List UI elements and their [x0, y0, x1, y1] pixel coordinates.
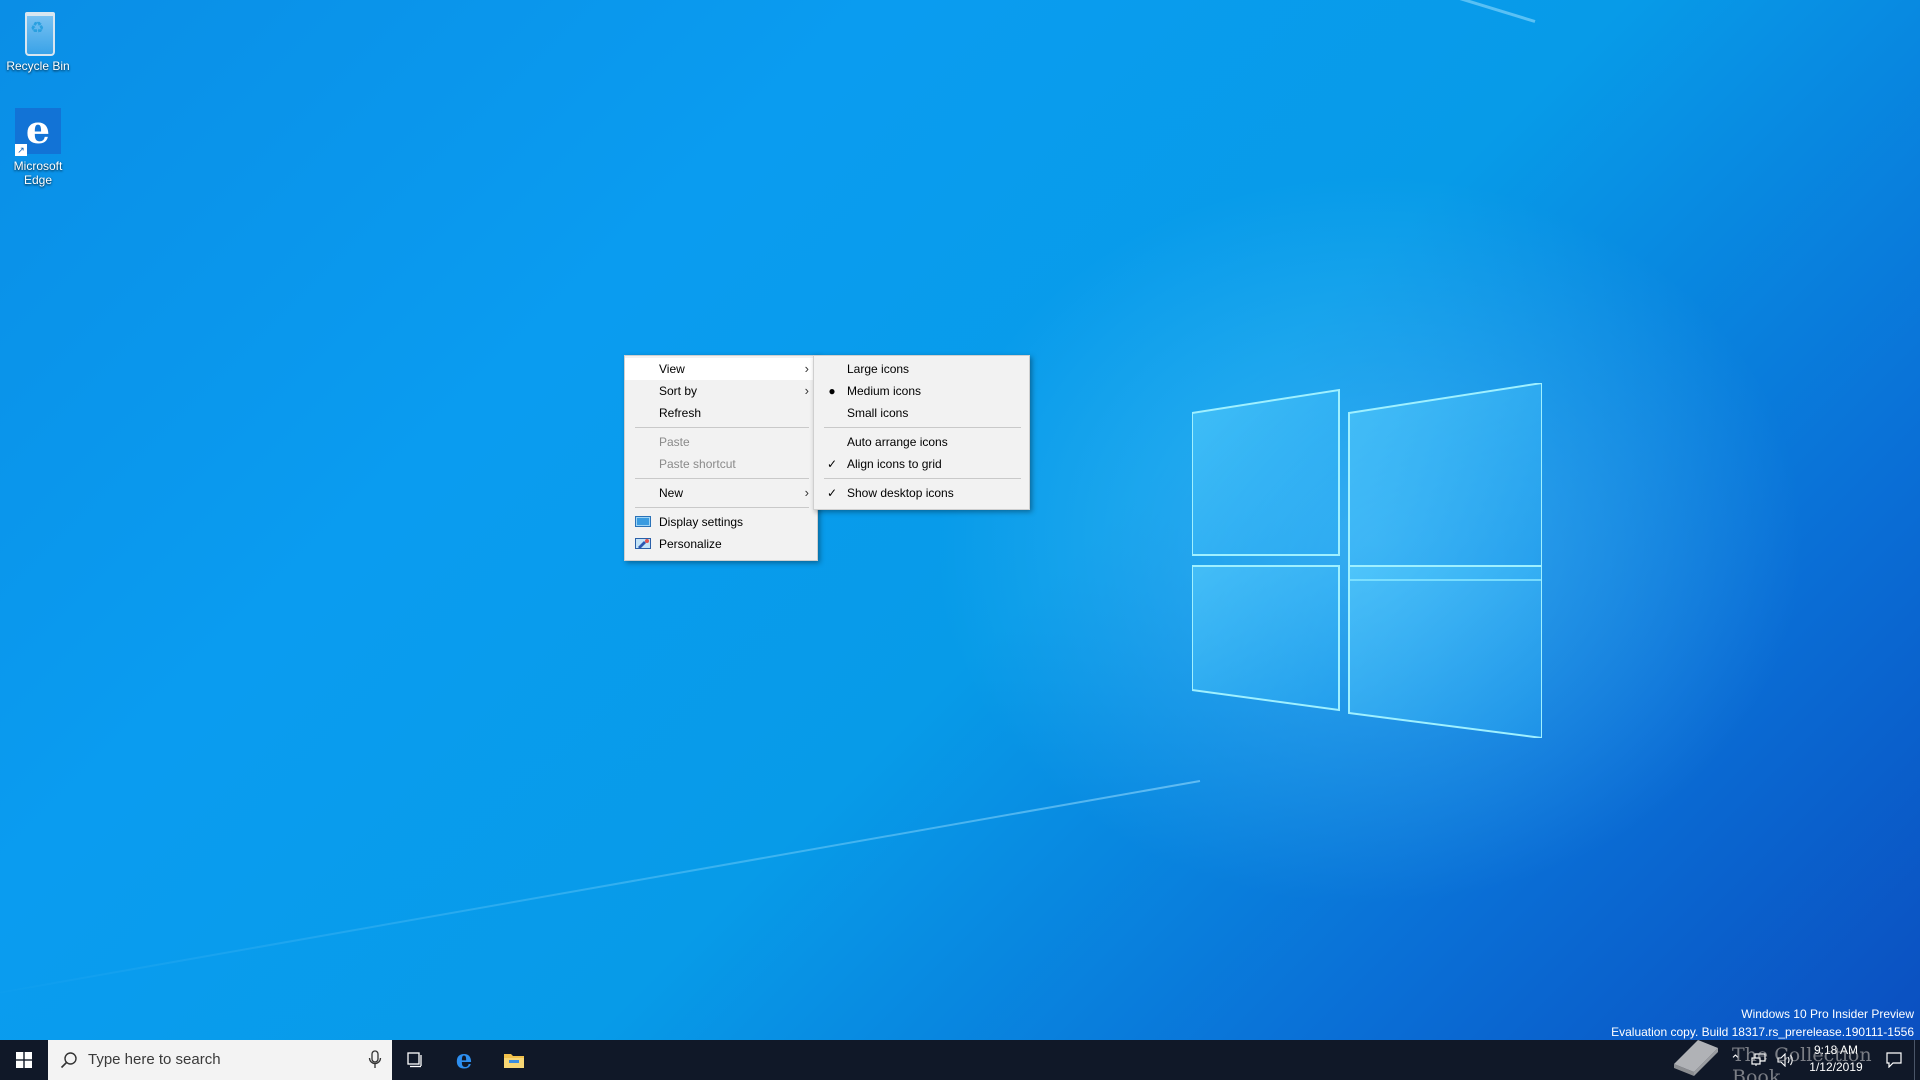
menu-item-auto-arrange-icons[interactable]: Auto arrange icons: [814, 431, 1029, 453]
menu-item-label: Show desktop icons: [847, 486, 954, 500]
menu-item-align-icons-to-grid[interactable]: ✓ Align icons to grid: [814, 453, 1029, 475]
taskbar-file-explorer-button[interactable]: [490, 1040, 538, 1080]
start-button[interactable]: [0, 1040, 48, 1080]
menu-item-label: Refresh: [659, 406, 702, 420]
menu-item-paste-shortcut[interactable]: Paste shortcut: [625, 453, 817, 475]
chevron-right-icon: ›: [804, 383, 809, 398]
menu-item-sort-by[interactable]: Sort by ›: [625, 380, 817, 402]
microphone-icon[interactable]: [368, 1050, 382, 1070]
menu-separator: [635, 507, 809, 508]
chevron-right-icon: ›: [804, 361, 809, 376]
desktop-context-menu: View › Sort by › Refresh Paste Paste sho…: [624, 355, 818, 561]
file-explorer-icon: [504, 1054, 524, 1068]
menu-item-label: Large icons: [847, 362, 910, 376]
menu-separator: [824, 427, 1021, 428]
watermark-line: Windows 10 Pro Insider Preview: [1741, 1007, 1914, 1021]
menu-item-new[interactable]: New ›: [625, 482, 817, 504]
evaluation-watermark: Windows 10 Pro Insider Preview Evaluatio…: [1611, 1005, 1914, 1040]
taskbar-edge-button[interactable]: e: [440, 1040, 488, 1080]
menu-separator: [824, 478, 1021, 479]
menu-item-label: Display settings: [659, 515, 744, 529]
checkmark-icon: ✓: [826, 457, 838, 471]
search-placeholder: Type here to search: [88, 1051, 221, 1068]
menu-item-label: Align icons to grid: [847, 457, 942, 471]
menu-item-view[interactable]: View ›: [625, 358, 817, 380]
menu-item-label: New: [659, 486, 684, 500]
menu-item-show-desktop-icons[interactable]: ✓ Show desktop icons: [814, 482, 1029, 504]
overlay-logo-text: The Collection Book: [1732, 1044, 1872, 1080]
task-view-icon: [407, 1052, 422, 1068]
view-submenu: Large icons ● Medium icons Small icons A…: [813, 355, 1030, 510]
checkmark-icon: ✓: [826, 486, 838, 500]
task-view-button[interactable]: [392, 1040, 440, 1080]
bullet-icon: ●: [828, 384, 836, 398]
menu-item-label: Paste shortcut: [659, 457, 736, 471]
menu-item-medium-icons[interactable]: ● Medium icons: [814, 380, 1029, 402]
menu-item-personalize[interactable]: Personalize: [625, 533, 817, 555]
menu-item-refresh[interactable]: Refresh: [625, 402, 817, 424]
menu-item-label: Medium icons: [847, 384, 922, 398]
recycle-bin-icon: ♻: [13, 6, 63, 56]
menu-item-small-icons[interactable]: Small icons: [814, 402, 1029, 424]
desktop-icon-microsoft-edge[interactable]: e ↗ Microsoft Edge: [0, 106, 76, 188]
search-icon: [60, 1052, 77, 1069]
edge-icon: e ↗: [13, 106, 63, 156]
taskbar-search-box[interactable]: Type here to search: [48, 1040, 392, 1080]
desktop-icon-recycle-bin[interactable]: ♻ Recycle Bin: [0, 6, 76, 73]
light-ray: [0, 780, 1201, 1000]
menu-separator: [635, 478, 809, 479]
desktop[interactable]: ♻ Recycle Bin e ↗ Microsoft Edge View › S…: [0, 0, 1920, 1040]
watermark-line: Evaluation copy. Build 18317.rs_prerelea…: [1611, 1025, 1914, 1039]
edge-icon: e: [455, 1045, 473, 1075]
chevron-right-icon: ›: [804, 485, 809, 500]
taskbar: Type here to search e ⌃ 9:18 AM 1/12/201…: [0, 1040, 1920, 1080]
windows-logo-wallpaper: [1192, 383, 1542, 738]
book-logo-icon: [1674, 1040, 1718, 1076]
desktop-icon-label: Microsoft Edge: [13, 159, 63, 187]
menu-item-large-icons[interactable]: Large icons: [814, 358, 1029, 380]
menu-item-label: Paste: [659, 435, 690, 449]
menu-item-display-settings[interactable]: Display settings: [625, 511, 817, 533]
menu-item-label: Sort by: [659, 384, 698, 398]
display-settings-icon: [635, 516, 651, 527]
menu-item-label: Auto arrange icons: [847, 435, 948, 449]
windows-start-icon: [16, 1052, 32, 1068]
desktop-icon-label: Recycle Bin: [6, 59, 70, 73]
menu-item-paste[interactable]: Paste: [625, 431, 817, 453]
menu-item-label: Personalize: [659, 537, 722, 551]
personalize-icon: [635, 538, 651, 549]
menu-item-label: View: [659, 362, 685, 376]
menu-separator: [635, 427, 809, 428]
menu-item-label: Small icons: [847, 406, 909, 420]
light-ray: [262, 0, 1536, 23]
